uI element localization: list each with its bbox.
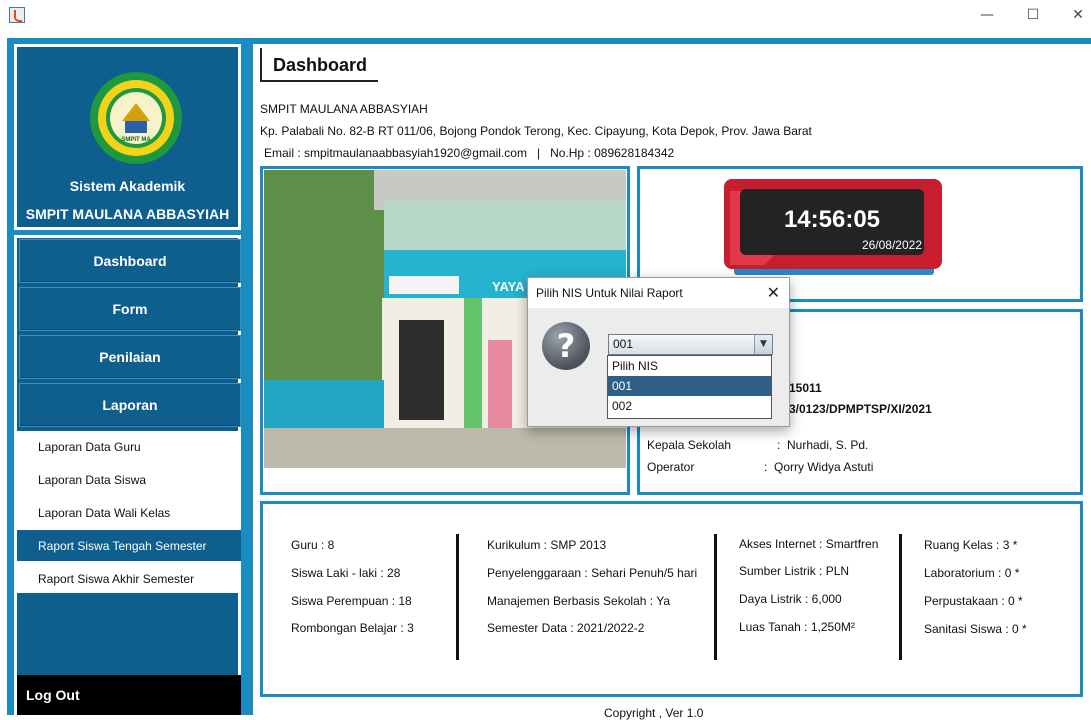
- nis-dropdown-list: Pilih NIS 001 002: [607, 355, 772, 419]
- sidebar-header: SMPIT MA Sistem Akademik SMPIT MAULANA A…: [14, 44, 241, 230]
- dialog-titlebar: Pilih NIS Untuk Nilai Raport ✕: [528, 278, 789, 308]
- minimize-button[interactable]: —: [964, 0, 1010, 30]
- submenu-raport-akhir-semester[interactable]: Raport Siswa Akhir Semester: [17, 563, 241, 594]
- question-icon: ?: [542, 322, 590, 370]
- submenu-raport-tengah-semester[interactable]: Raport Siswa Tengah Semester: [17, 530, 241, 561]
- building-sign-text: YAYA: [492, 279, 525, 294]
- stats-divider-2: [714, 534, 717, 660]
- kepala-sekolah-value: : Nurhadi, S. Pd.: [777, 438, 869, 452]
- stat-kurikulum: Kurikulum : SMP 2013: [487, 538, 607, 552]
- menu-dashboard-button[interactable]: Dashboard: [19, 239, 241, 283]
- stat-sanitasi-siswa: Sanitasi Siswa : 0 *: [924, 622, 1027, 636]
- dialog-close-icon[interactable]: ✕: [767, 283, 780, 302]
- stat-penyelenggaraan: Penyelenggaraan : Sehari Penuh/5 hari: [487, 566, 698, 580]
- stat-perpustakaan: Perpustakaan : 0 *: [924, 594, 1023, 608]
- stat-semester-data: Semester Data : 2021/2022-2: [487, 621, 645, 635]
- submenu-laporan-data-guru[interactable]: Laporan Data Guru: [17, 431, 241, 462]
- kepala-sekolah-label: Kepala Sekolah: [647, 438, 732, 452]
- stat-siswa-laki: Siswa Laki - laki : 28: [291, 566, 401, 580]
- java-app-icon: [9, 7, 25, 23]
- permit-value-partial: 3/0123/DPMPTSP/XI/2021: [789, 402, 932, 416]
- dialog-title: Pilih NIS Untuk Nilai Raport: [536, 286, 683, 300]
- school-contact: Email : smpitmaulanaabbasyiah1920@gmail.…: [264, 146, 675, 160]
- app-title-line1: Sistem Akademik: [69, 178, 186, 194]
- stat-manajemen: Manajemen Berbasis Sekolah : Ya: [487, 594, 670, 608]
- school-name: SMPIT MAULANA ABBASYIAH: [260, 102, 428, 116]
- stat-ruang-kelas: Ruang Kelas : 3 *: [924, 538, 1018, 552]
- stat-akses-internet: Akses Internet : Smartfren: [739, 537, 879, 551]
- sidebar-menu: Dashboard Form Penilaian Laporan Laporan…: [14, 235, 241, 715]
- nis-option-001[interactable]: 001: [608, 376, 771, 396]
- nis-select[interactable]: 001 ▼: [608, 334, 773, 355]
- logo-text: SMPIT MA: [121, 137, 151, 143]
- submenu-laporan-data-siswa[interactable]: Laporan Data Siswa: [17, 464, 241, 495]
- nis-option-pilih[interactable]: Pilih NIS: [608, 356, 771, 376]
- laporan-submenu: Laporan Data Guru Laporan Data Siswa Lap…: [17, 431, 241, 593]
- close-window-button[interactable]: ✕: [1055, 0, 1091, 30]
- npsn-value-partial: 15011: [789, 381, 822, 395]
- school-stats-panel: Guru : 8 Siswa Laki - laki : 28 Siswa Pe…: [260, 501, 1083, 697]
- digital-clock: 14:56:05 26/08/2022: [724, 179, 942, 275]
- chevron-down-icon[interactable]: ▼: [754, 335, 772, 354]
- page-title: Dashboard: [260, 48, 378, 82]
- menu-form-button[interactable]: Form: [19, 287, 241, 331]
- stat-guru: Guru : 8: [291, 538, 335, 552]
- maximize-button[interactable]: ☐: [1010, 0, 1056, 30]
- stat-rombongan-belajar: Rombongan Belajar : 3: [291, 621, 414, 635]
- stat-laboratorium: Laboratorium : 0 *: [924, 566, 1020, 580]
- operator-value: : Qorry Widya Astuti: [764, 460, 874, 474]
- nis-option-002[interactable]: 002: [608, 396, 771, 416]
- submenu-laporan-data-wali-kelas[interactable]: Laporan Data Wali Kelas: [17, 497, 241, 528]
- menu-laporan-button[interactable]: Laporan: [19, 383, 241, 427]
- stat-daya-listrik: Daya Listrik : 6,000: [739, 592, 842, 606]
- stat-siswa-perempuan: Siswa Perempuan : 18: [291, 594, 412, 608]
- clock-date: 26/08/2022: [862, 238, 922, 252]
- clock-time: 14:56:05: [784, 206, 880, 233]
- nis-select-value: 001: [613, 337, 634, 351]
- stats-divider-3: [899, 534, 902, 660]
- copyright-text: Copyright , Ver 1.0: [604, 706, 704, 720]
- stat-luas-tanah: Luas Tanah : 1,250M²: [739, 620, 855, 634]
- logout-button[interactable]: Log Out: [17, 675, 241, 715]
- stats-divider-1: [456, 534, 459, 660]
- window-titlebar: — ☐ ✕: [0, 0, 1091, 32]
- school-address: Kp. Palabali No. 82-B RT 011/06, Bojong …: [260, 124, 812, 138]
- operator-label: Operator: [647, 460, 695, 474]
- app-title-line2: SMPIT MAULANA ABBASYIAH: [25, 206, 230, 222]
- menu-penilaian-button[interactable]: Penilaian: [19, 335, 241, 379]
- school-logo: SMPIT MA: [90, 72, 182, 164]
- stat-sumber-listrik: Sumber Listrik : PLN: [739, 564, 850, 578]
